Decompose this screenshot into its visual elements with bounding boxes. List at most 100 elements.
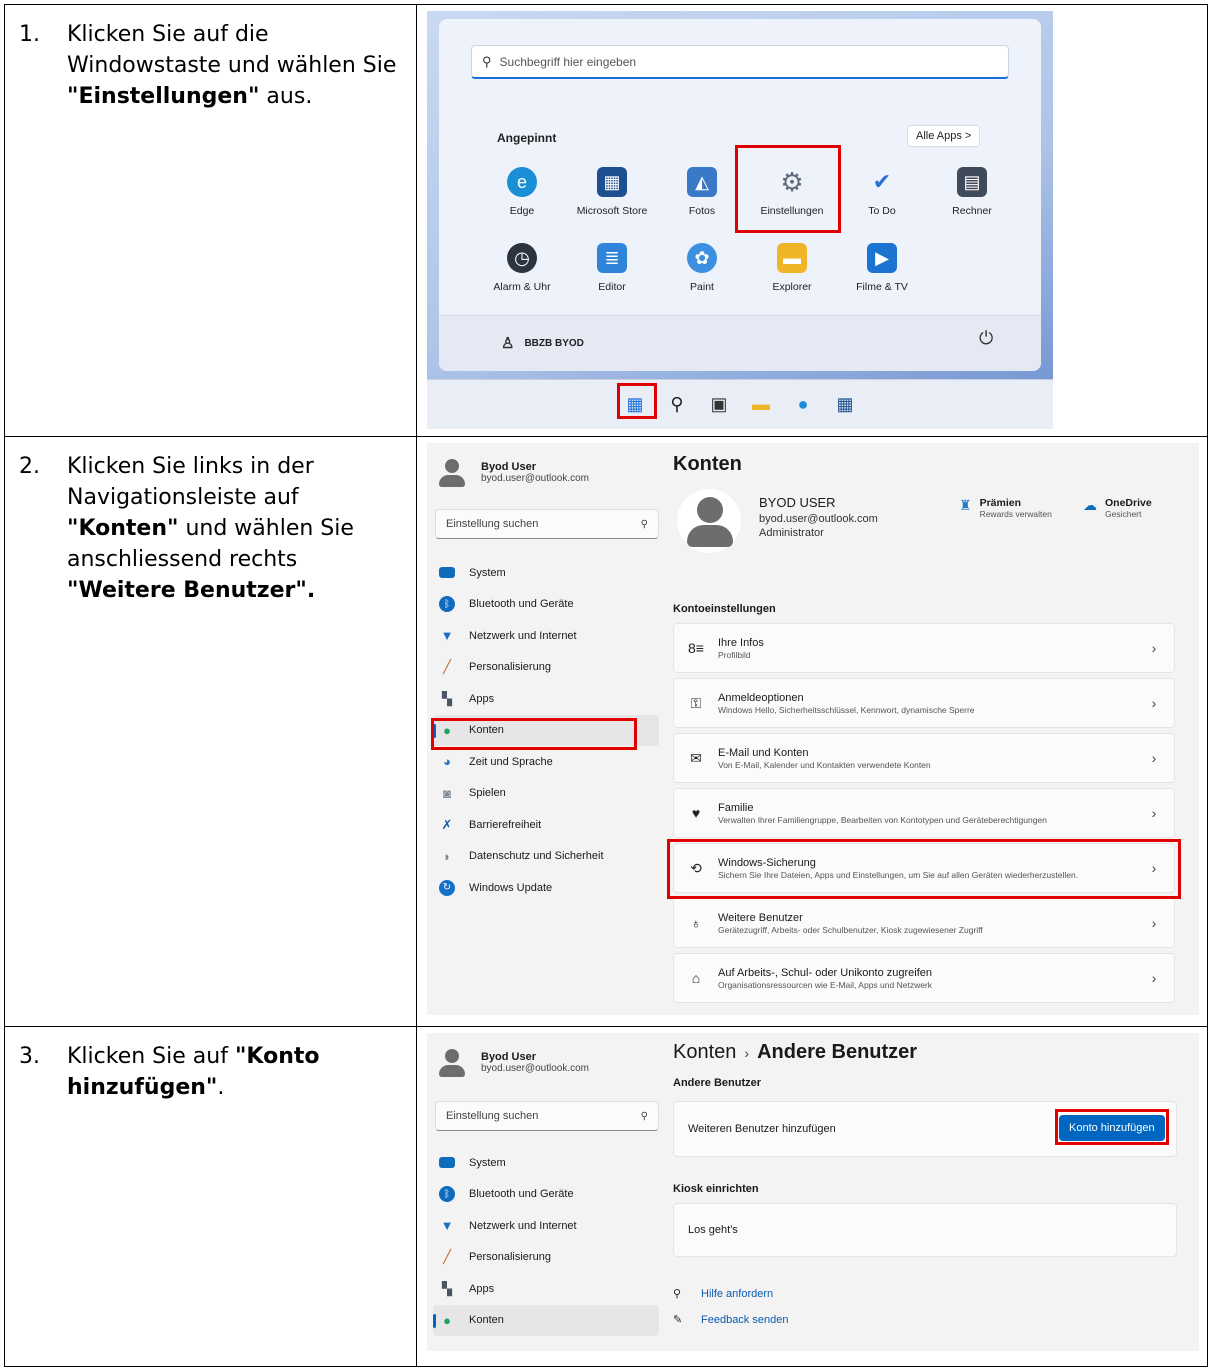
sidebar-item-windows-update[interactable]: ↻ Windows Update [433,872,659,904]
highlight-box-konten [431,718,637,750]
tile-sub: Rewards verwalten [979,509,1052,519]
settings-search-input[interactable]: Einstellung suchen ⚲ [435,1101,659,1131]
kiosk-label: Los geht's [688,1224,738,1236]
sidebar-item-time-language[interactable]: ◕ Zeit und Sprache [433,746,659,778]
wifi-icon: ▼ [440,628,454,644]
sidebar-item-network[interactable]: ▼ Netzwerk und Internet [433,1210,659,1242]
briefcase-icon: ⌂ [691,970,701,986]
kiosk-row[interactable]: Los geht's [673,1203,1177,1257]
nav-label: System [469,566,506,579]
sidebar-item-bluetooth[interactable]: ᛒ Bluetooth und Geräte [433,1179,659,1211]
step-text: Klicken Sie auf die Windowstaste und wäh… [67,19,404,112]
app-label: Editor [598,281,626,293]
system-icon [439,1157,455,1169]
card-familie[interactable]: ♥ Familie Verwalten Ihrer Familiengruppe, … [673,788,1175,838]
sidebar-user: Byod User byod.user@outlook.com [437,457,589,487]
step-image-cell-1: ⚲ Suchbegriff hier eingeben Angepinnt Al… [416,4,1208,437]
edge-icon[interactable]: ● [791,393,815,417]
nav-label: Bluetooth und Geräte [469,1188,574,1201]
cloud-icon: ☁ [1083,497,1097,513]
calculator-icon: ▤ [957,167,987,197]
text-bold: "Einstellungen" [67,84,260,109]
update-icon: ↻ [439,879,455,896]
app-paint[interactable]: ✿ Paint [657,243,747,293]
card-title: Familie [718,801,754,814]
feedback-link[interactable]: ✎ Feedback senden [673,1313,789,1327]
step-text: Klicken Sie auf "Konto hinzufügen". [67,1041,404,1103]
user-button[interactable]: ♙ BBZB BYOD [501,334,584,352]
power-icon[interactable]: ⏻ [979,328,993,349]
nav-label: Bluetooth und Geräte [469,598,574,611]
rewards-tile[interactable]: ♜ Prämien Rewards verwalten [959,497,1052,519]
sidebar-item-konten[interactable]: ● Konten [433,1304,659,1336]
sidebar-item-network[interactable]: ▼ Netzwerk und Internet [433,620,659,652]
card-title: Anmeldeoptionen [718,691,804,704]
app-filme-tv[interactable]: ▶ Filme & TV [837,243,927,293]
onedrive-tile[interactable]: ☁ OneDrive Gesichert [1083,497,1152,519]
link-label: Feedback senden [701,1313,789,1326]
step-text: Klicken Sie links in der Navigationsleis… [67,451,404,606]
text-part: . [217,1075,225,1100]
user-label: BBZB BYOD [524,337,584,349]
app-label: Edge [509,205,535,217]
app-todo[interactable]: ✔ To Do [837,167,927,217]
key-icon: ⚿ [690,694,702,711]
sidebar-item-personalization[interactable]: ╱ Personalisierung [433,652,659,684]
app-rechner[interactable]: ▤ Rechner [927,167,1017,217]
store-icon[interactable]: ▦ [833,393,857,417]
sidebar-item-privacy[interactable]: ◗ Datenschutz und Sicherheit [433,841,659,873]
trophy-icon: ♜ [959,497,972,513]
notepad-icon: ≣ [597,243,627,273]
app-edge[interactable]: e Edge [477,167,567,217]
app-fotos[interactable]: ◭ Fotos [657,167,747,217]
edge-icon: e [507,167,537,197]
search-icon: ⚲ [640,1110,648,1122]
search-icon: ⚲ [640,518,648,530]
card-anmeldeoptionen[interactable]: ⚿ Anmeldeoptionen Windows Hello, Sicherhei… [673,678,1175,728]
step-text-cell-1: 1. Klicken Sie auf die Windowstaste und … [4,4,417,437]
help-link[interactable]: ⚲ Hilfe anfordern [673,1287,773,1301]
user-icon: ♙ [501,335,515,352]
card-arbeitskonto[interactable]: ⌂ Auf Arbeits-, Schul- oder Unikonto zugr… [673,953,1175,1003]
avatar [437,457,467,487]
card-email-konten[interactable]: ✉ E-Mail und Konten Von E-Mail, Kalender u… [673,733,1175,783]
sidebar-item-accessibility[interactable]: ✗ Barrierefreiheit [433,809,659,841]
sidebar-item-personalization[interactable]: ╱ Personalisierung [433,1242,659,1274]
card-sub: Gerätezugriff, Arbeits- oder Schulbenutz… [718,924,983,935]
search-icon[interactable]: ⚲ [665,393,689,417]
photos-icon: ◭ [687,167,717,197]
sidebar-item-system[interactable]: System [433,1147,659,1179]
step-1: 1. Klicken Sie auf die Windowstaste und … [19,19,404,112]
globe-clock-icon: ◕ [443,754,451,770]
all-apps-button[interactable]: Alle Apps > [907,125,981,147]
app-alarm[interactable]: ◷ Alarm & Uhr [477,243,567,293]
highlight-box-windows-sicherung [667,839,1181,899]
instruction-table: 1. Klicken Sie auf die Windowstaste und … [4,4,1208,1367]
sidebar-item-apps[interactable]: ▚ Apps [433,683,659,715]
section-heading: Kontoeinstellungen [673,603,776,615]
sidebar-item-bluetooth[interactable]: ᛒ Bluetooth und Geräte [433,589,659,621]
app-explorer[interactable]: ▬ Explorer [747,243,837,293]
sidebar-user: Byod User byod.user@outlook.com [437,1047,589,1077]
app-label: Filme & TV [856,281,908,293]
card-title: Weitere Benutzer [718,911,803,924]
app-microsoft-store[interactable]: ▦ Microsoft Store [567,167,657,217]
app-editor[interactable]: ≣ Editor [567,243,657,293]
card-ihre-infos[interactable]: 8≡ Ihre Infos Profilbild › [673,623,1175,673]
step-3: 3. Klicken Sie auf "Konto hinzufügen". [19,1041,404,1103]
search-placeholder: Suchbegriff hier eingeben [499,54,637,69]
nav-label: Zeit und Sprache [469,755,553,768]
card-weitere-benutzer[interactable]: ♁ Weitere Benutzer Gerätezugriff, Arbeits-… [673,898,1175,948]
settings-search-input[interactable]: Einstellung suchen ⚲ [435,509,659,539]
folder-icon[interactable]: ▬ [749,393,773,417]
start-search-input[interactable]: ⚲ Suchbegriff hier eingeben [471,45,1009,79]
settings-andere-benutzer-screenshot: Byod User byod.user@outlook.com Einstell… [427,1033,1199,1351]
task-view-icon[interactable]: ▣ [707,393,731,417]
card-title: Ihre Infos [718,636,764,649]
sidebar-item-system[interactable]: System [433,557,659,589]
nav-label: Windows Update [469,881,553,894]
sidebar-item-apps[interactable]: ▚ Apps [433,1273,659,1305]
sidebar-item-gaming[interactable]: ◙ Spielen [433,778,659,810]
highlight-box-start-button [617,383,657,419]
breadcrumb-root[interactable]: Konten [673,1041,736,1063]
